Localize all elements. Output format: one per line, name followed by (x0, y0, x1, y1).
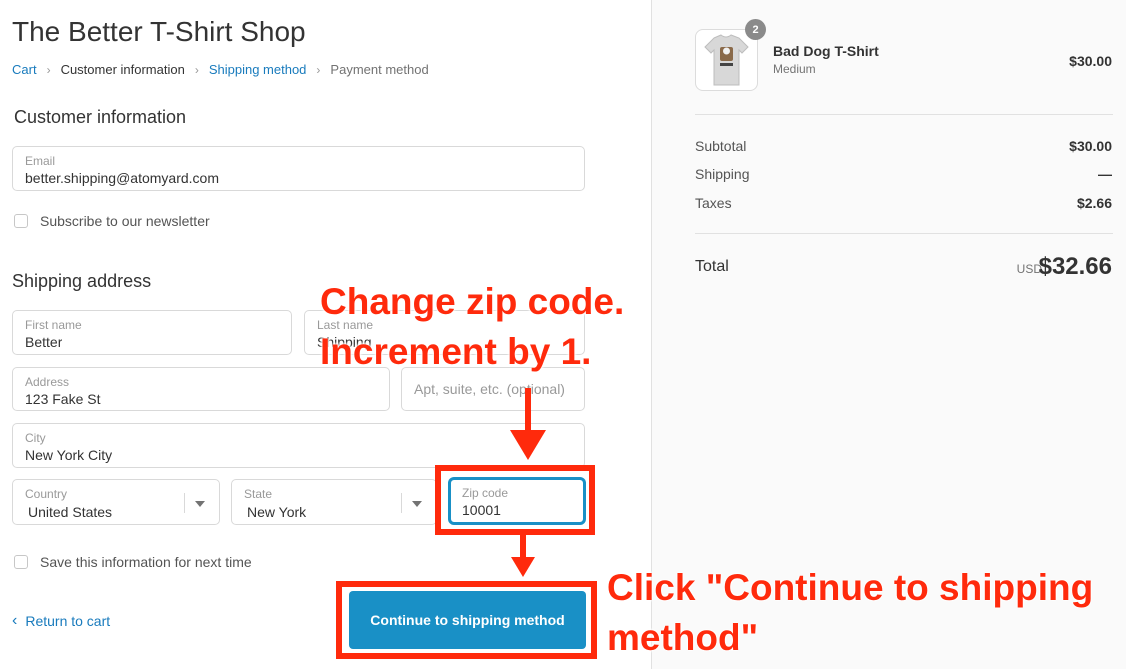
email-label: Email (25, 154, 56, 168)
chevron-left-icon: ‹ (12, 612, 18, 629)
chevron-right-icon: › (46, 62, 51, 77)
total-label: Total (695, 258, 729, 275)
breadcrumb-customer-information: Customer information (60, 62, 185, 77)
first-name-label: First name (25, 318, 82, 332)
chevron-down-icon (195, 501, 205, 507)
tshirt-icon (704, 34, 749, 86)
save-info-checkbox[interactable] (14, 555, 28, 569)
product-thumbnail (695, 29, 758, 91)
chevron-right-icon: › (194, 62, 199, 77)
save-info-label: Save this information for next time (40, 554, 252, 570)
summary-divider (695, 114, 1113, 115)
state-label: State (244, 487, 273, 501)
newsletter-checkbox[interactable] (14, 214, 28, 228)
taxes-value: $2.66 (1076, 195, 1112, 211)
continue-highlight-box (336, 581, 597, 659)
shipping-label: Shipping (695, 166, 750, 182)
state-select[interactable]: State New York (231, 479, 437, 525)
zip-instruction-line-1: Change zip code. (320, 281, 625, 322)
taxes-label: Taxes (695, 195, 732, 211)
newsletter-option[interactable]: Subscribe to our newsletter (14, 213, 210, 229)
customer-information-heading: Customer information (14, 107, 187, 127)
annotation-arrow-down-icon (510, 388, 546, 460)
first-name-field[interactable]: First name Better (12, 310, 292, 355)
save-info-option[interactable]: Save this information for next time (14, 554, 252, 570)
city-label: City (25, 431, 46, 445)
quantity-badge: 2 (745, 19, 766, 40)
total-value: $32.66 (1038, 253, 1112, 280)
chevron-down-icon (412, 501, 422, 507)
return-to-cart-link[interactable]: ‹ Return to cart (12, 612, 110, 630)
product-variant: Medium (773, 62, 816, 76)
email-value: better.shipping@atomyard.com (25, 170, 219, 186)
address-label: Address (25, 375, 70, 389)
city-field[interactable]: City New York City (12, 423, 585, 468)
address-value: 123 Fake St (25, 391, 101, 407)
click-instruction-line-1: Click "Continue to shipping (607, 567, 1094, 608)
chevron-right-icon: › (316, 62, 321, 77)
return-to-cart-label: Return to cart (25, 613, 111, 629)
country-value: United States (28, 504, 113, 520)
country-label: Country (25, 487, 68, 501)
city-value: New York City (25, 447, 113, 463)
subtotal-label: Subtotal (695, 138, 747, 154)
breadcrumb-cart[interactable]: Cart (12, 62, 37, 77)
breadcrumb-payment-method: Payment method (330, 62, 429, 77)
breadcrumb-shipping-method[interactable]: Shipping method (209, 62, 307, 77)
newsletter-label: Subscribe to our newsletter (40, 213, 210, 229)
select-divider (401, 493, 402, 513)
state-value: New York (247, 504, 307, 520)
country-select[interactable]: Country United States (12, 479, 220, 525)
summary-divider (695, 233, 1113, 234)
click-instruction-line-2: method" (607, 617, 759, 658)
annotation-arrow-down-icon (511, 533, 535, 577)
email-field[interactable]: Email better.shipping@atomyard.com (12, 146, 585, 191)
select-divider (184, 493, 185, 513)
zip-instruction-line-2: Increment by 1. (320, 331, 592, 372)
shipping-value: — (1098, 166, 1112, 182)
shipping-address-heading: Shipping address (12, 271, 152, 291)
breadcrumb: Cart › Customer information › Shipping m… (12, 62, 429, 77)
shop-title: The Better T-Shirt Shop (12, 16, 306, 47)
subtotal-value: $30.00 (1069, 138, 1112, 154)
product-name: Bad Dog T-Shirt (773, 43, 879, 59)
product-price: $30.00 (1069, 53, 1112, 69)
first-name-value: Better (25, 334, 63, 350)
zip-highlight-box (435, 465, 595, 535)
